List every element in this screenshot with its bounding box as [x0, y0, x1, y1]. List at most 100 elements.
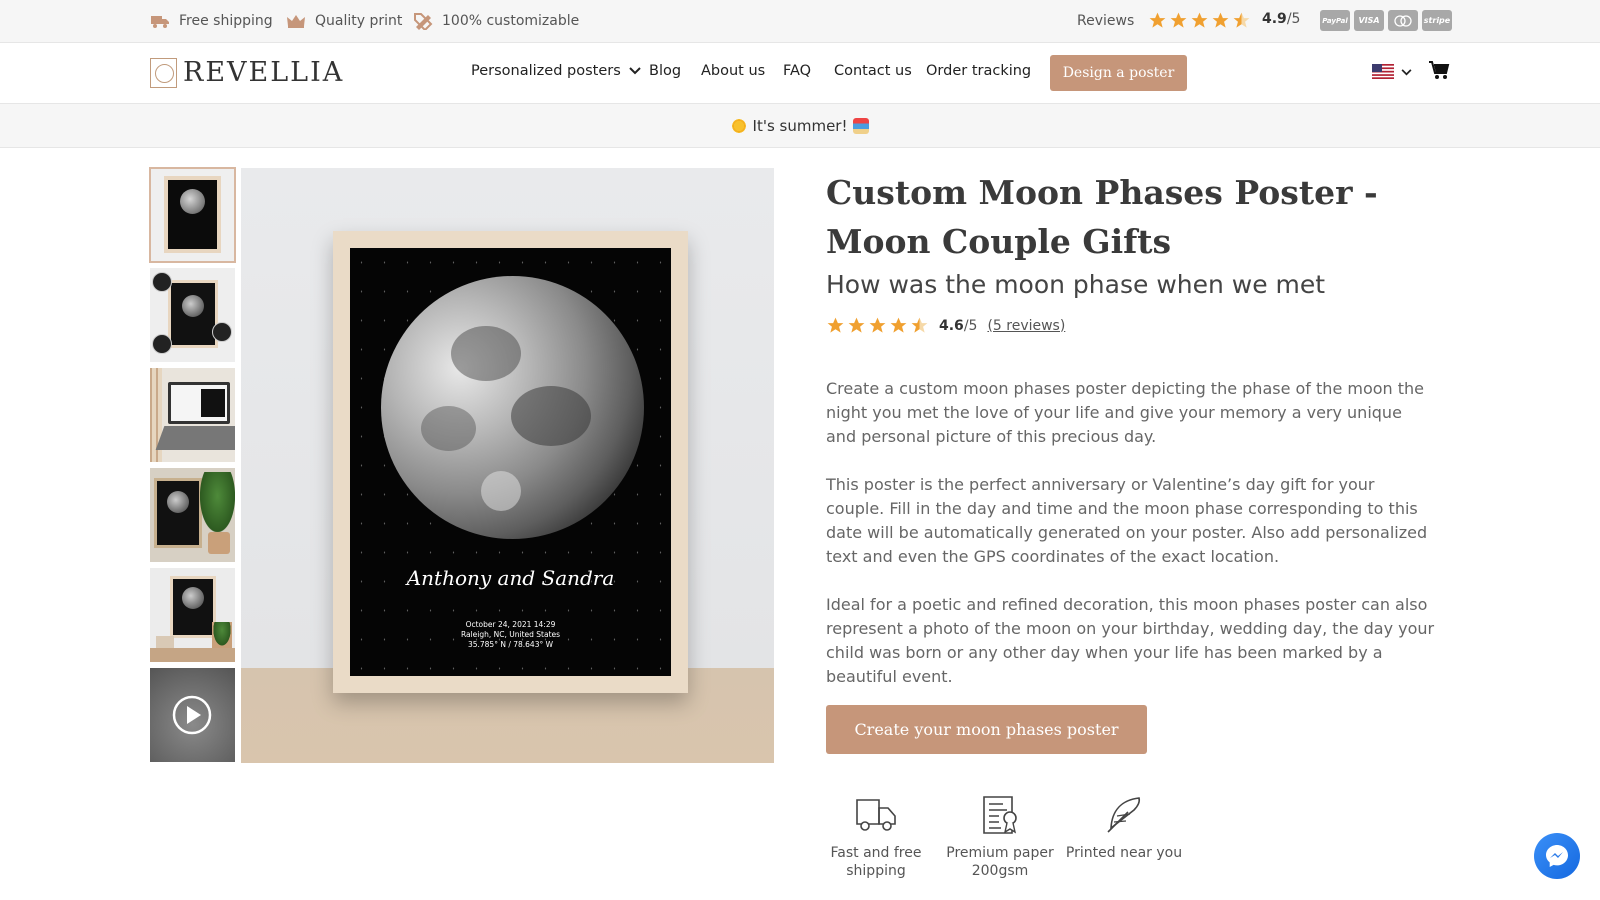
nav-about-us[interactable]: About us — [701, 63, 765, 79]
promo-banner: It's summer! — [0, 104, 1600, 148]
perk-quality-print: Quality print — [286, 12, 402, 30]
moon-icon — [182, 587, 204, 609]
moon-icon — [180, 189, 205, 214]
thumbnail-3[interactable] — [150, 368, 235, 462]
mastercard-icon — [1388, 10, 1418, 31]
moon-icon — [381, 276, 644, 539]
moon-icon — [167, 491, 189, 513]
half-star-icon — [1233, 12, 1250, 28]
nav-contact-us[interactable]: Contact us — [834, 63, 912, 79]
star-icon — [890, 317, 907, 333]
nav-label: FAQ — [783, 63, 812, 79]
description-paragraph: Ideal for a poetic and refined decoratio… — [826, 595, 1435, 686]
star-icon — [869, 317, 886, 333]
cart-icon[interactable] — [1428, 60, 1450, 80]
nav-personalized-posters[interactable]: Personalized posters — [471, 63, 641, 79]
nav-label: Blog — [649, 63, 682, 79]
us-flag-icon — [1372, 64, 1394, 79]
thumbnail-2[interactable] — [150, 268, 235, 362]
laptop-icon — [168, 382, 230, 424]
star-icon — [1170, 12, 1187, 28]
star-icon — [1212, 12, 1229, 28]
product-rating-stars — [826, 316, 929, 335]
poster-frame — [164, 176, 221, 253]
reviews-link[interactable]: (5 reviews) — [987, 318, 1065, 334]
store-rating-stars — [1148, 11, 1251, 30]
nav-label: Personalized posters — [471, 63, 621, 79]
plant-icon — [200, 472, 235, 532]
nav-label: Contact us — [834, 63, 912, 79]
create-poster-button[interactable]: Create your moon phases poster — [826, 705, 1147, 754]
poster-location: Raleigh, NC, United States — [460, 630, 561, 639]
rating-max: /5 — [1286, 11, 1301, 27]
nav-faq[interactable]: FAQ — [783, 63, 811, 79]
delivery-truck-icon — [856, 799, 896, 831]
description-paragraph: Create a custom moon phases poster depic… — [826, 379, 1425, 446]
poster-coords: 35.785° N / 78.643° W — [467, 640, 554, 649]
star-icon — [827, 317, 844, 333]
truck-icon — [150, 12, 170, 30]
description-paragraph: This poster is the perfect anniversary o… — [826, 475, 1428, 566]
thumbnail-5[interactable] — [150, 568, 235, 662]
star-icon — [848, 317, 865, 333]
nav-label: Order tracking — [926, 63, 1032, 79]
locale-selector[interactable] — [1372, 61, 1412, 83]
thumbnail-video[interactable] — [150, 668, 235, 762]
thumbnail-4[interactable] — [150, 468, 235, 562]
top-info-bar: Free shipping Quality print 100% customi… — [0, 0, 1600, 43]
promo-text: It's summer! — [752, 116, 848, 135]
poster-canvas: Anthony and Sandra October 24, 2021 14:2… — [350, 248, 671, 676]
perk-free-shipping: Free shipping — [150, 12, 273, 30]
chevron-down-icon — [1401, 69, 1412, 76]
nav-order-tracking[interactable]: Order tracking — [926, 63, 1031, 79]
poster-names: Anthony and Sandra — [406, 566, 615, 590]
perk-customizable: 100% customizable — [413, 12, 579, 30]
stripe-icon: stripe — [1422, 10, 1452, 31]
chevron-down-icon — [629, 67, 641, 75]
play-icon — [172, 695, 212, 735]
feature-shipping: Fast and free shipping — [816, 794, 936, 880]
logo-text: REVELLIA — [183, 57, 345, 88]
poster-frame: Anthony and Sandra October 24, 2021 14:2… — [333, 231, 688, 693]
reviews-label: Reviews — [1077, 12, 1135, 29]
perk-label: 100% customizable — [442, 13, 580, 29]
site-logo[interactable]: REVELLIA — [150, 57, 344, 88]
crown-icon — [286, 12, 306, 30]
perk-label: Free shipping — [179, 13, 273, 29]
poster-details: October 24, 2021 14:29 Raleigh, NC, Unit… — [350, 620, 671, 650]
product-subtitle: How was the moon phase when we met — [826, 270, 1326, 299]
feature-paper: Premium paper 200gsm — [940, 794, 1060, 880]
paper-certificate-icon — [983, 796, 1017, 834]
feature-label: Fast and free shipping — [830, 845, 922, 879]
half-star-icon — [911, 317, 928, 333]
star-icon — [1191, 12, 1208, 28]
pencil-ruler-icon — [413, 12, 433, 30]
store-reviews[interactable]: Reviews — [1077, 11, 1251, 30]
messenger-chat-button[interactable] — [1534, 833, 1580, 879]
perk-label: Quality print — [315, 13, 403, 29]
feature-printed: Printed near you — [1064, 794, 1184, 862]
messenger-icon — [1546, 845, 1568, 867]
poster-date: October 24, 2021 14:29 — [465, 620, 556, 629]
beach-umbrella-icon — [853, 117, 870, 134]
sun-icon — [730, 117, 747, 134]
feather-icon — [1107, 797, 1141, 833]
product-title: Custom Moon Phases Poster - Moon Couple … — [826, 173, 1378, 261]
main-product-image[interactable]: Anthony and Sandra October 24, 2021 14:2… — [241, 168, 774, 763]
rating-number: 4.6 — [939, 317, 964, 334]
thumbnail-1[interactable] — [149, 167, 236, 263]
nav-blog[interactable]: Blog — [649, 63, 681, 79]
feature-label: Printed near you — [1065, 845, 1183, 861]
rating-max: /5 — [963, 317, 978, 334]
nav-label: About us — [701, 63, 766, 79]
feature-label: Premium paper 200gsm — [946, 845, 1054, 879]
main-header: REVELLIA Personalized posters Blog About… — [0, 43, 1600, 104]
moon-icon — [182, 295, 204, 317]
design-poster-button[interactable]: Design a poster — [1050, 55, 1187, 91]
product-rating: 4.6/5 (5 reviews) — [826, 316, 1065, 335]
logo-mark-icon — [150, 57, 177, 88]
paypal-icon: PayPal — [1320, 10, 1350, 31]
rating-number: 4.9 — [1262, 11, 1287, 27]
star-icon — [1149, 12, 1166, 28]
visa-icon: VISA — [1354, 10, 1384, 31]
